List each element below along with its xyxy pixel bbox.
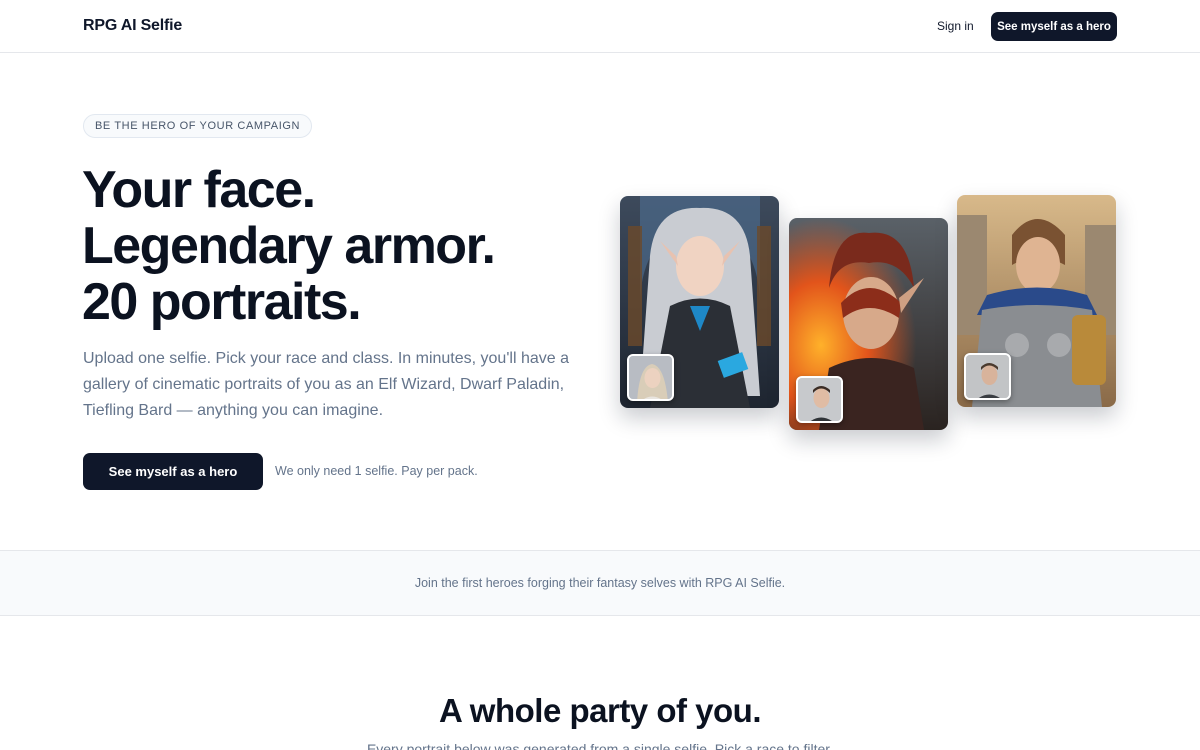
social-proof-text: Join the first heroes forging their fant… <box>414 576 786 590</box>
brand-logo[interactable]: RPG AI Selfie <box>83 17 182 35</box>
headline-line-2: Legendary armor. <box>82 217 496 275</box>
hero-headline: Your face. Legendary armor. 20 portraits… <box>82 162 602 330</box>
top-navigation-bar: RPG AI Selfie Sign in See myself as a he… <box>0 0 1200 53</box>
sign-in-link[interactable]: Sign in <box>937 19 974 33</box>
header-cta-button[interactable]: See myself as a hero <box>991 12 1117 41</box>
headline-line-1: Your face. <box>82 161 316 219</box>
selfie-thumbnail-man <box>796 376 843 423</box>
elf-wizard-portrait-card <box>620 196 779 408</box>
paladin-knight-portrait-card <box>957 195 1116 407</box>
hero-description: Upload one selfie. Pick your race and cl… <box>83 350 569 419</box>
social-proof-band: Join the first heroes forging their fant… <box>0 550 1200 616</box>
hero-eyebrow-badge: BE THE HERO OF YOUR CAMPAIGN <box>83 114 313 138</box>
dragonborn-fire-portrait-card <box>789 218 948 430</box>
party-section-title: A whole party of you. <box>439 692 761 729</box>
hero-note: We only need 1 selfie. Pay per pack. <box>275 464 478 478</box>
headline-line-3: 20 portraits. <box>82 273 362 331</box>
hero-cta-button[interactable]: See myself as a hero <box>83 453 263 490</box>
selfie-thumbnail-woman <box>627 354 674 401</box>
selfie-thumbnail-man-2 <box>964 353 1011 400</box>
party-section-subtitle: Every portrait below was generated from … <box>366 741 834 750</box>
